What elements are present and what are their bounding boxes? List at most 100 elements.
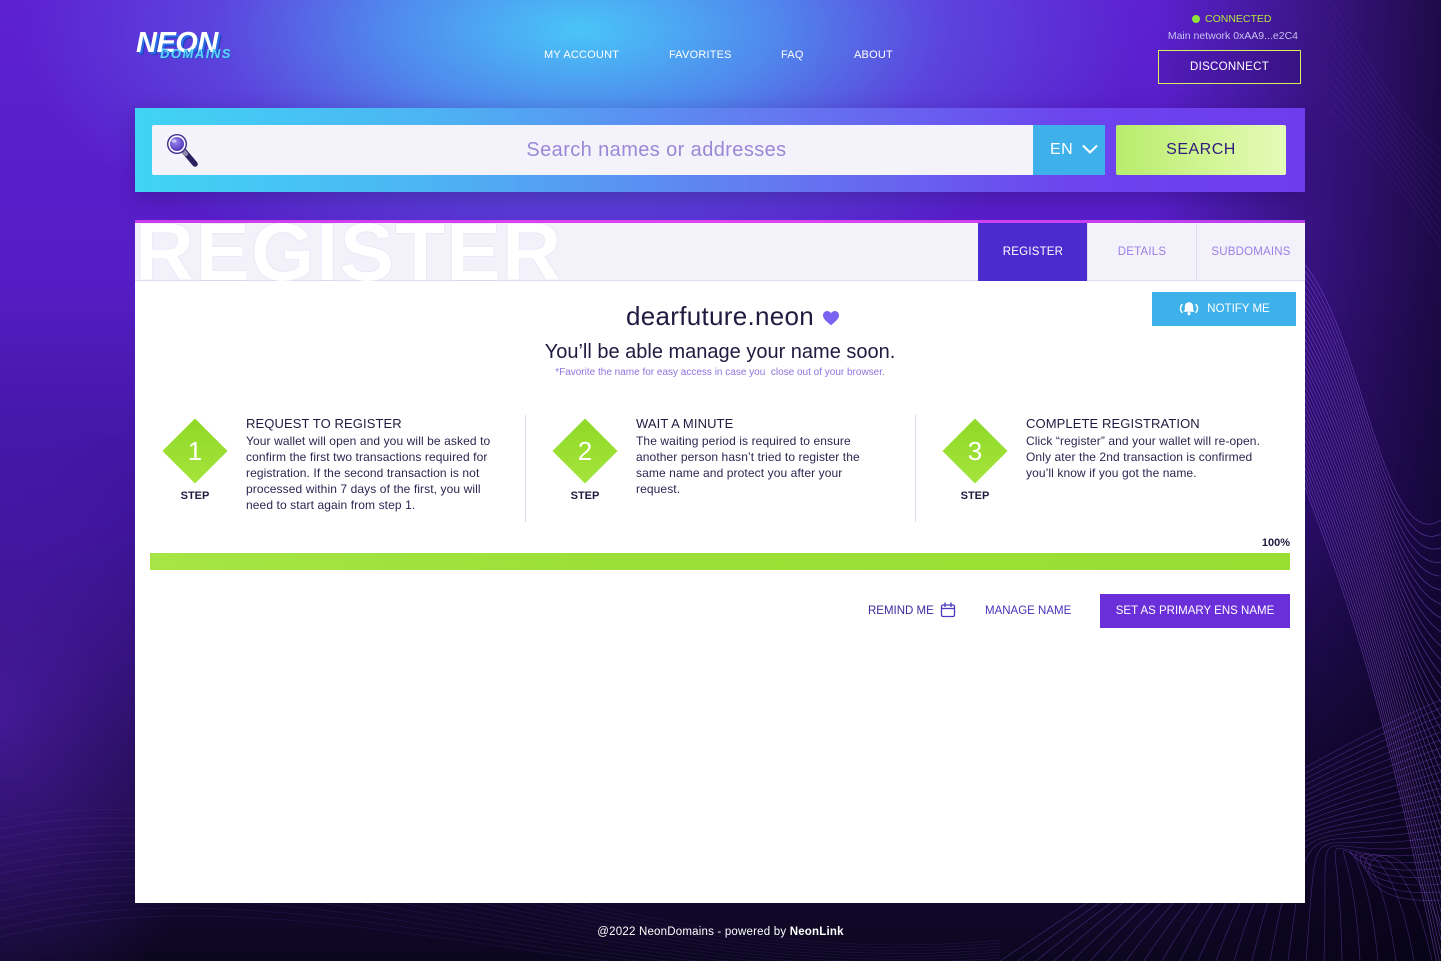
calendar-icon bbox=[940, 601, 956, 621]
wave-line bbox=[1329, 39, 1441, 187]
wave-line bbox=[1289, 363, 1441, 787]
step-label: STEP bbox=[960, 490, 990, 502]
step-2: 2 STEP WAIT A MINUTE The waiting period … bbox=[545, 415, 915, 525]
wave-line bbox=[1329, 29, 1441, 178]
wave-line bbox=[1364, 854, 1441, 961]
wave-line bbox=[1287, 827, 1441, 961]
wave-line bbox=[1289, 303, 1441, 647]
wave-line bbox=[1349, 851, 1441, 961]
wave-line bbox=[1289, 357, 1441, 773]
wave-line bbox=[1289, 285, 1441, 605]
set-primary-ens-button[interactable]: SET AS PRIMARY ENS NAME bbox=[1100, 594, 1290, 628]
manage-name-link[interactable]: MANAGE NAME bbox=[985, 604, 1071, 618]
wave-line bbox=[1289, 267, 1441, 563]
wave-line bbox=[1289, 297, 1441, 633]
wave-line bbox=[1289, 351, 1441, 759]
step-number: 2 bbox=[577, 436, 593, 466]
step-title: REQUEST TO REGISTER bbox=[246, 416, 402, 431]
wave-line bbox=[1289, 291, 1441, 619]
wave-line bbox=[1329, 89, 1441, 232]
wave-line bbox=[1368, 855, 1441, 932]
nav-faq[interactable]: FAQ bbox=[781, 47, 804, 63]
wave-line bbox=[1289, 333, 1441, 717]
step-description-line: you’ll know if you got the name. bbox=[1026, 466, 1197, 480]
wave-line bbox=[1289, 339, 1441, 731]
wave-line bbox=[1289, 405, 1441, 885]
domain-title: dearfuture.neon bbox=[135, 302, 1305, 335]
tab-details[interactable]: DETAILS bbox=[1087, 223, 1196, 281]
step-description-line: same name and protect you after your bbox=[636, 466, 843, 480]
wave-line bbox=[1289, 411, 1441, 899]
logo[interactable]: NEON DOMAINS bbox=[134, 28, 246, 70]
disconnect-button[interactable]: DISCONNECT bbox=[1158, 50, 1301, 84]
step-description: Click “register” and your wallet will re… bbox=[1026, 433, 1260, 481]
status-text: CONNECTED bbox=[1205, 13, 1272, 25]
nav-my-account[interactable]: MY ACCOUNT bbox=[544, 47, 619, 63]
progress-percent: 100% bbox=[1261, 537, 1290, 549]
step-divider bbox=[915, 415, 916, 522]
footer: @2022 NeonDomains - powered by NeonLink bbox=[0, 925, 1441, 939]
favorite-note: *Favorite the name for easy access in ca… bbox=[555, 367, 885, 378]
wave-line bbox=[1329, 49, 1441, 196]
header-watermark: REGISTER bbox=[135, 223, 563, 281]
step-description-line: The waiting period is required to ensure bbox=[636, 434, 851, 448]
status-headline: You’ll be able manage your name soon. bbox=[544, 341, 896, 363]
search-panel: EN SEARCH bbox=[135, 108, 1305, 192]
wave-line bbox=[1329, 9, 1441, 160]
step-number: 1 bbox=[187, 436, 203, 466]
wave-line bbox=[1329, 79, 1441, 223]
wave-line bbox=[1329, 0, 1441, 151]
step-description-line: request. bbox=[636, 482, 681, 496]
wave-line bbox=[1289, 261, 1441, 550]
step-label: STEP bbox=[570, 490, 600, 502]
wave-line bbox=[1334, 847, 1441, 961]
heart-icon[interactable] bbox=[822, 308, 840, 326]
nav-favorites[interactable]: FAVORITES bbox=[669, 47, 732, 63]
status-dot-icon bbox=[1192, 15, 1200, 23]
step-description: Your wallet will open and you will be as… bbox=[246, 433, 490, 513]
card-header: REGISTER REGISTER DETAILS SUBDOMAINS bbox=[135, 223, 1305, 281]
wave-line bbox=[1289, 441, 1440, 961]
language-dropdown[interactable]: EN bbox=[1033, 125, 1105, 175]
wave-line bbox=[1355, 852, 1441, 961]
wave-line bbox=[1289, 321, 1441, 689]
nav-about[interactable]: ABOUT bbox=[854, 47, 893, 63]
step-description-line: Only ater the 2nd transaction is confirm… bbox=[1026, 450, 1253, 464]
language-value: EN bbox=[1050, 141, 1074, 158]
wave-line bbox=[1289, 387, 1441, 843]
search-button[interactable]: SEARCH bbox=[1116, 125, 1286, 175]
step-description-line: Your wallet will open and you will be as… bbox=[246, 434, 491, 448]
tab-register[interactable]: REGISTER bbox=[978, 223, 1087, 281]
wave-line bbox=[1289, 369, 1441, 801]
wave-line bbox=[1329, 19, 1441, 169]
logo-secondary: DOMAINS bbox=[160, 46, 232, 61]
wave-line bbox=[1289, 399, 1441, 871]
remind-me-button[interactable]: REMIND ME bbox=[868, 601, 956, 621]
chevron-down-icon bbox=[1082, 141, 1098, 159]
search-input[interactable] bbox=[152, 125, 1033, 175]
connection-status: CONNECTED bbox=[1192, 12, 1272, 26]
step-description-line: another person hasn’t tried to register … bbox=[636, 450, 860, 464]
remind-me-label: REMIND ME bbox=[868, 605, 934, 617]
step-number: 3 bbox=[967, 436, 983, 466]
wave-line bbox=[1329, 69, 1441, 214]
step-title: WAIT A MINUTE bbox=[636, 416, 734, 431]
step-description-line: need to start again from step 1. bbox=[246, 498, 416, 512]
step-description-line: Click “register” and your wallet will re… bbox=[1026, 434, 1261, 448]
step-description: The waiting period is required to ensure… bbox=[636, 433, 860, 497]
wave-line bbox=[1289, 381, 1441, 829]
step-description-line: registration. If the second transaction … bbox=[246, 466, 480, 480]
footer-brand-link[interactable]: NeonLink bbox=[790, 926, 844, 938]
wave-line bbox=[1289, 393, 1441, 857]
progress-bar bbox=[150, 553, 1290, 570]
footer-text: @2022 NeonDomains - powered by bbox=[597, 926, 790, 938]
wave-line bbox=[1289, 273, 1441, 577]
step-description-line: confirm the first two transactions requi… bbox=[246, 450, 488, 464]
wave-line bbox=[1289, 429, 1441, 941]
wave-line bbox=[1329, 59, 1441, 205]
magnifier-icon[interactable] bbox=[165, 131, 199, 169]
step-description-line: processed within 7 days of the first, yo… bbox=[246, 482, 481, 496]
wave-line bbox=[1323, 843, 1441, 961]
tab-subdomains[interactable]: SUBDOMAINS bbox=[1196, 223, 1305, 281]
domain-name: dearfuture.neon bbox=[625, 301, 815, 331]
